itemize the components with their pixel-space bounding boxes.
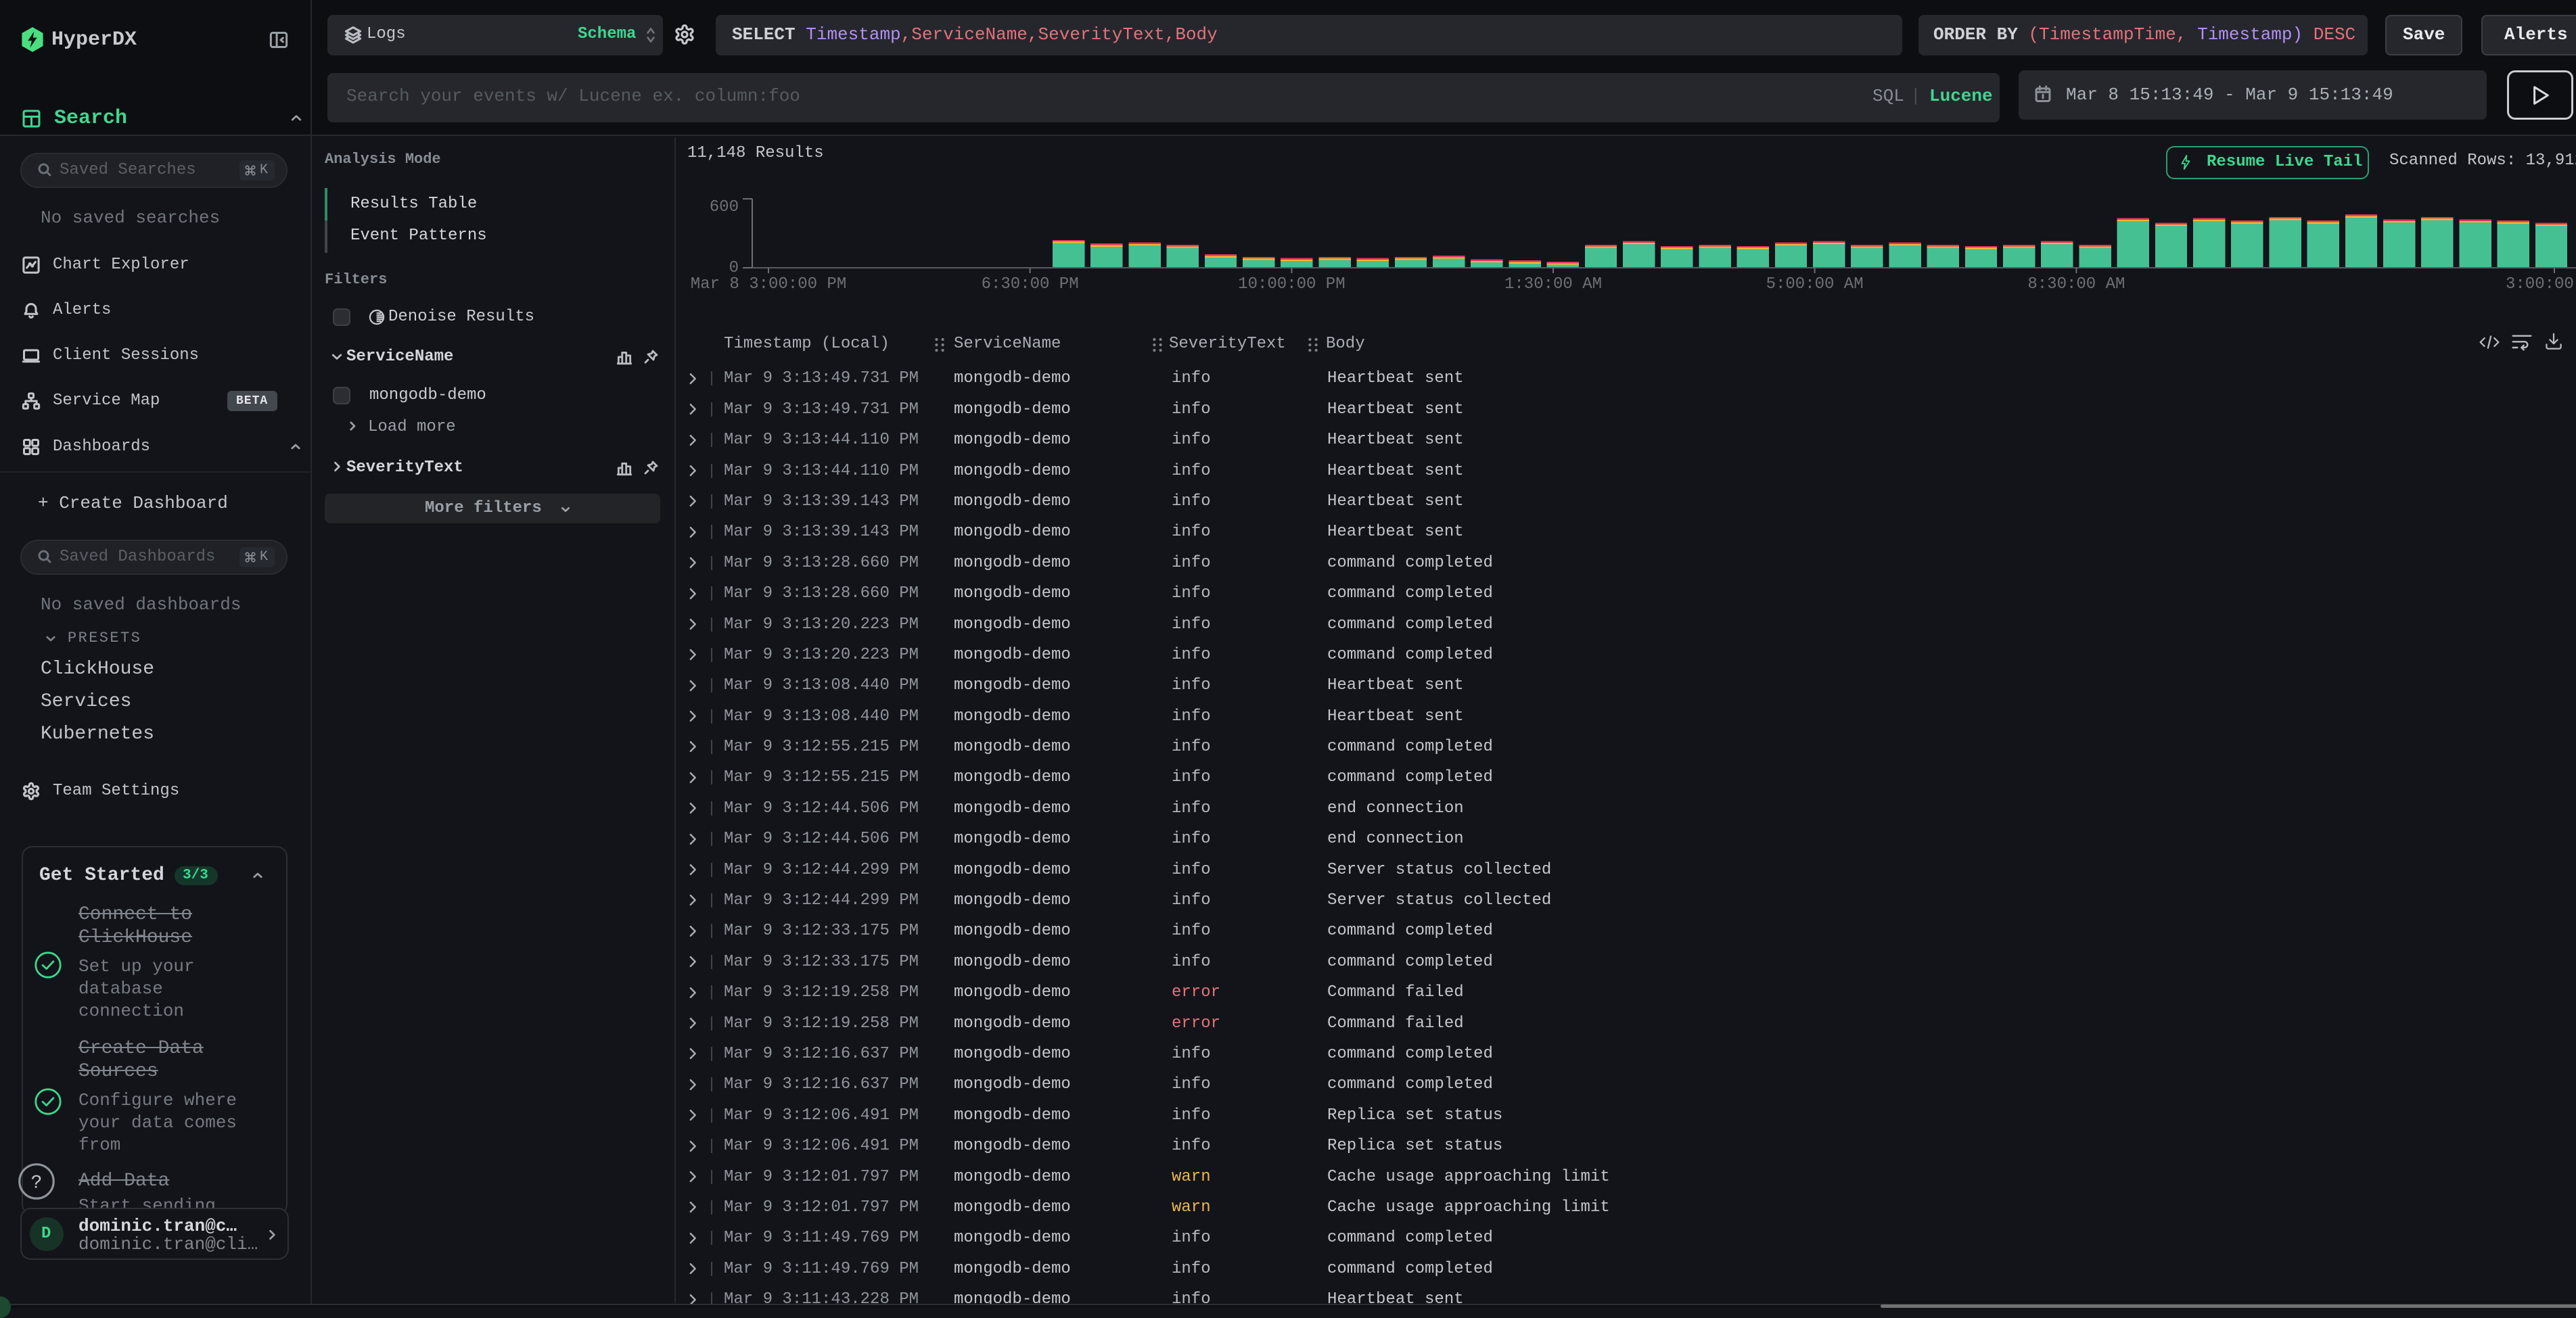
svg-text:0: 0 <box>729 259 739 277</box>
svg-text:?: ? <box>31 1173 43 1194</box>
svg-text:6:30:00 PM: 6:30:00 PM <box>982 275 1079 293</box>
svg-text:600: 600 <box>710 198 739 216</box>
svg-text:Mar 8 3:00:00 PM: Mar 8 3:00:00 PM <box>691 275 846 293</box>
svg-text:1:30:00 AM: 1:30:00 AM <box>1504 275 1602 293</box>
svg-text:5:00:00 AM: 5:00:00 AM <box>1766 275 1864 293</box>
svg-text:8:30:00 AM: 8:30:00 AM <box>2027 275 2125 293</box>
svg-text:3:00:00 PM: 3:00:00 PM <box>2506 275 2576 293</box>
svg-text:10:00:00 PM: 10:00:00 PM <box>1238 275 1345 293</box>
